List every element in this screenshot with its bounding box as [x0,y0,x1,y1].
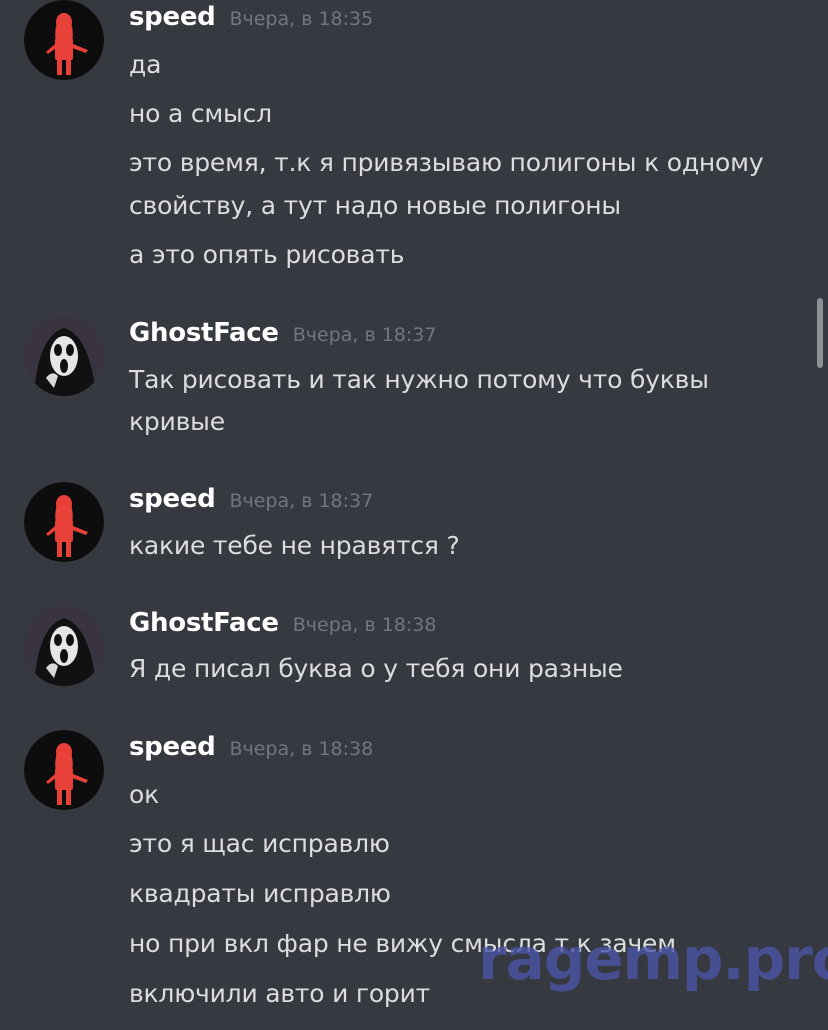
message-header: GhostFace Вчера, в 18:37 [129,318,436,358]
user-avatar[interactable] [24,316,104,396]
message-text: это я щас исправлю [129,829,390,858]
message-text: а это опять рисовать [129,240,405,269]
message-text: кривые [129,407,225,436]
username[interactable]: speed [129,484,216,514]
message-header: speed Вчера, в 18:35 [129,2,373,42]
message-group: GhostFace Вчера, в 18:37 Так рисовать и т… [0,316,810,446]
username[interactable]: speed [129,2,216,32]
message-header: speed Вчера, в 18:37 [129,484,373,524]
user-avatar[interactable] [24,730,104,810]
message-text: но а смысл [129,99,272,128]
username[interactable]: GhostFace [129,608,279,638]
ghostface-mask-avatar-icon [24,606,104,686]
username[interactable]: speed [129,732,216,762]
message-group: GhostFace Вчера, в 18:38 Я де писал буква… [0,606,810,696]
message-header: GhostFace Вчера, в 18:38 [129,608,436,648]
ghostface-mask-avatar-icon [24,316,104,396]
message-header: speed Вчера, в 18:38 [129,732,373,772]
message-text: квадраты исправлю [129,879,391,908]
timestamp: Вчера, в 18:38 [292,614,437,636]
username[interactable]: GhostFace [129,318,279,348]
message-text: какие тебе не нравятся ? [129,531,460,560]
scrollbar-thumb[interactable] [817,298,823,368]
message-text: Так рисовать и так нужно потому что букв… [129,365,709,394]
chat-message-list: speed Вчера, в 18:35 да но а смысл это вр… [0,0,828,1030]
message-text: ок [129,780,159,809]
timestamp: Вчера, в 18:37 [292,324,437,346]
red-silhouette-avatar-icon [24,482,104,562]
timestamp: Вчера, в 18:37 [229,490,374,512]
message-text: Я де писал буква о у тебя они разные [129,654,623,683]
timestamp: Вчера, в 18:35 [229,8,374,30]
message-text: это время, т.к я привязываю полигоны к о… [129,148,764,177]
red-silhouette-avatar-icon [24,0,104,80]
user-avatar[interactable] [24,0,104,80]
user-avatar[interactable] [24,482,104,562]
timestamp: Вчера, в 18:38 [229,738,374,760]
message-text: да [129,50,162,79]
message-text: свойству, а тут надо новые полигоны [129,191,621,220]
message-group: speed Вчера, в 18:37 какие тебе не нравят… [0,482,810,572]
message-group: speed Вчера, в 18:35 да но а смысл это вр… [0,0,810,280]
red-silhouette-avatar-icon [24,730,104,810]
watermark: ragemp.pro [478,925,828,993]
user-avatar[interactable] [24,606,104,686]
